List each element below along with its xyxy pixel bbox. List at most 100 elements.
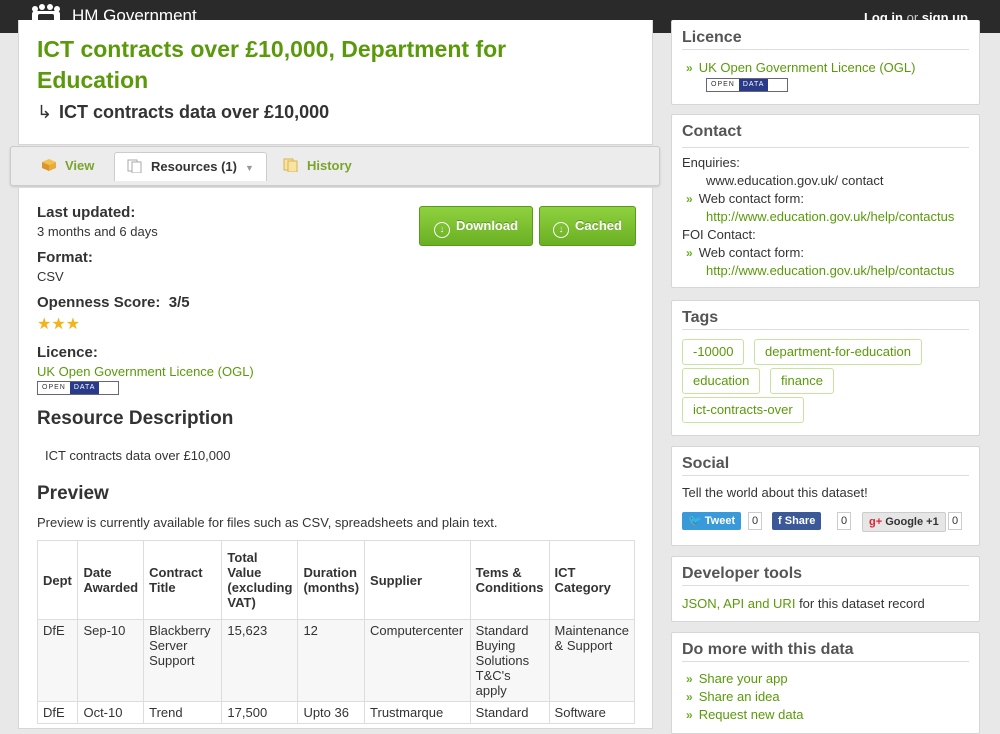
licence-label: Licence: <box>37 344 98 361</box>
twitter-icon: 🐦 <box>688 515 705 527</box>
table-cell: 17,500 <box>221 701 299 724</box>
table-cell: Trend <box>143 701 223 724</box>
foi-label: FOI Contact: <box>682 227 756 242</box>
licence-heading: Licence <box>682 29 742 46</box>
tag-item[interactable]: finance <box>770 368 834 394</box>
contact-box: Contact Enquiries: www.education.gov.uk/… <box>671 114 980 288</box>
cached-button[interactable]: ↓ Cached <box>539 206 636 246</box>
facebook-share-button[interactable]: f Share <box>772 512 822 530</box>
open-data-badge: OPEN DATA <box>37 381 119 398</box>
table-cell: Computercenter <box>364 619 471 702</box>
table-cell: Oct-10 <box>77 701 145 724</box>
devtools-text: for this dataset record <box>799 596 925 611</box>
tab-history-label: History <box>307 158 352 173</box>
resource-name: ICT contracts data over £10,000 <box>59 102 330 122</box>
preview-heading: Preview <box>37 483 109 504</box>
tweet-button[interactable]: 🐦 Tweet <box>682 512 742 530</box>
gplus-count: 0 <box>948 512 963 530</box>
divider <box>682 49 969 50</box>
licence-item: » UK Open Government Licence (OGL) <box>686 60 915 75</box>
download-icon: ↓ <box>433 222 450 238</box>
share-app-link[interactable]: Share your app <box>699 671 788 686</box>
foi-web-form-label: » Web contact form: <box>686 245 804 260</box>
licence-link[interactable]: UK Open Government Licence (OGL) <box>37 364 254 379</box>
sidebar-licence-link[interactable]: UK Open Government Licence (OGL) <box>699 60 916 75</box>
do-more-item[interactable]: » Share an idea <box>686 689 780 704</box>
open-data-logo: OPEN DATA <box>706 78 788 92</box>
web-form-label: » Web contact form: <box>686 191 804 206</box>
chevron-right-icon: » <box>686 246 693 260</box>
divider <box>682 585 969 586</box>
openness-value: 3/5 <box>168 294 190 311</box>
tweet-count: 0 <box>748 512 763 530</box>
badge-data-text: DATA <box>738 79 769 91</box>
foi-web-form-link[interactable]: http://www.education.gov.uk/help/contact… <box>706 263 954 278</box>
web-form-label-text: Web contact form: <box>698 191 804 206</box>
badge-open-text: OPEN <box>711 81 735 88</box>
star-icon: ★ <box>37 316 52 333</box>
social-text: Tell the world about this dataset! <box>682 485 868 500</box>
tweet-label: Tweet <box>704 515 736 527</box>
table-cell: 15,623 <box>221 619 299 702</box>
column-header: Contract Title <box>143 540 223 620</box>
preview-note: Preview is currently available for files… <box>37 515 498 530</box>
page-title: ICT contracts over £10,000, Department f… <box>37 36 507 93</box>
table-cell: DfE <box>36 619 79 702</box>
tab-resources[interactable]: Resources (1) ▼ <box>114 152 267 181</box>
tag-item[interactable]: -10000 <box>682 339 745 365</box>
table-cell: Standard Buying Solutions T&C's apply <box>469 619 550 702</box>
chevron-down-icon[interactable]: ▼ <box>245 163 254 173</box>
arrow-return-icon: ↳ <box>37 102 53 122</box>
web-form-url[interactable]: http://www.education.gov.uk/help/contact… <box>706 209 954 224</box>
social-box: Social Tell the world about this dataset… <box>671 446 980 546</box>
tab-view[interactable]: View <box>41 152 94 180</box>
foi-web-form-label-text: Web contact form: <box>698 245 804 260</box>
openness-label: Openness Score: <box>37 294 161 311</box>
badge-open-text: OPEN <box>42 384 66 391</box>
tag-item[interactable]: ict-contracts-over <box>682 397 804 423</box>
share-label: Share <box>784 515 816 527</box>
do-more-item[interactable]: » Share your app <box>686 671 788 686</box>
table-cell: Blackberry Server Support <box>143 619 223 702</box>
column-header: Date Awarded <box>77 540 145 620</box>
tags-heading: Tags <box>682 309 719 326</box>
enquiries-label: Enquiries: <box>682 155 740 170</box>
share-count: 0 <box>837 512 852 530</box>
tag-item[interactable]: department-for-education <box>754 339 922 365</box>
description-heading: Resource Description <box>37 408 234 429</box>
openness-stars: ★★★ <box>37 314 80 334</box>
chevron-right-icon: » <box>686 672 693 686</box>
open-data-badge: OPEN DATA <box>706 78 788 95</box>
json-api-link[interactable]: JSON, API and URI <box>682 596 795 611</box>
resource-subtitle: ↳ ICT contracts data over £10,000 <box>37 102 329 123</box>
contact-heading: Contact <box>682 123 742 140</box>
column-header: Duration (months) <box>297 540 366 620</box>
column-header: Dept <box>36 540 79 620</box>
do-more-heading: Do more with this data <box>682 641 854 658</box>
download-button[interactable]: ↓ Download <box>419 206 533 246</box>
web-form-link[interactable]: http://www.education.gov.uk/help/contact… <box>706 209 954 224</box>
divider <box>682 661 969 662</box>
tab-view-label: View <box>65 158 95 173</box>
google-plus-icon: g+ <box>869 516 886 528</box>
column-header: Supplier <box>364 540 471 620</box>
table-cell: Standard <box>469 701 550 724</box>
divider <box>682 329 969 330</box>
share-idea-link[interactable]: Share an idea <box>699 689 780 704</box>
star-icon: ★ <box>51 316 66 333</box>
foi-web-form-url[interactable]: http://www.education.gov.uk/help/contact… <box>706 263 954 278</box>
last-updated-label: Last updated: <box>37 204 136 221</box>
dataset-header: ICT contracts over £10,000, Department f… <box>18 20 653 145</box>
devtools-heading: Developer tools <box>682 565 803 582</box>
licence-link-text[interactable]: UK Open Government Licence (OGL) <box>37 364 254 379</box>
facebook-icon: f <box>778 515 785 527</box>
chevron-right-icon: » <box>686 192 693 206</box>
licence-box: Licence » UK Open Government Licence (OGL… <box>671 20 980 105</box>
cached-label: Cached <box>575 218 622 233</box>
tab-history[interactable]: History <box>283 152 352 180</box>
documents-icon <box>127 159 142 173</box>
tag-item[interactable]: education <box>682 368 761 394</box>
google-plus-button[interactable]: g+ Google +1 <box>862 512 946 532</box>
chevron-right-icon: » <box>686 61 693 75</box>
do-more-box: Do more with this data » Share your app »… <box>671 632 980 734</box>
